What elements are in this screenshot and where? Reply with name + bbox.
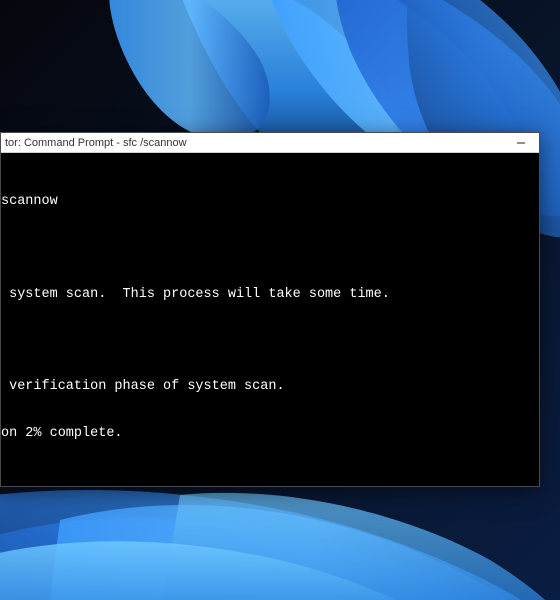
console-line: on 2% complete. <box>1 426 539 442</box>
console-line: verification phase of system scan. <box>1 379 539 395</box>
minimize-button[interactable] <box>503 133 539 152</box>
console-line <box>1 333 539 348</box>
console-line: system scan. This process will take some… <box>1 287 539 303</box>
console-line <box>1 241 539 256</box>
window-title: tor: Command Prompt - sfc /scannow <box>5 137 503 149</box>
command-prompt-window[interactable]: tor: Command Prompt - sfc /scannow scann… <box>0 132 540 487</box>
minimize-icon <box>516 138 526 148</box>
console-output[interactable]: scannow system scan. This process will t… <box>1 153 539 486</box>
window-controls <box>503 133 539 152</box>
console-line: scannow <box>1 194 539 210</box>
titlebar[interactable]: tor: Command Prompt - sfc /scannow <box>1 133 539 153</box>
